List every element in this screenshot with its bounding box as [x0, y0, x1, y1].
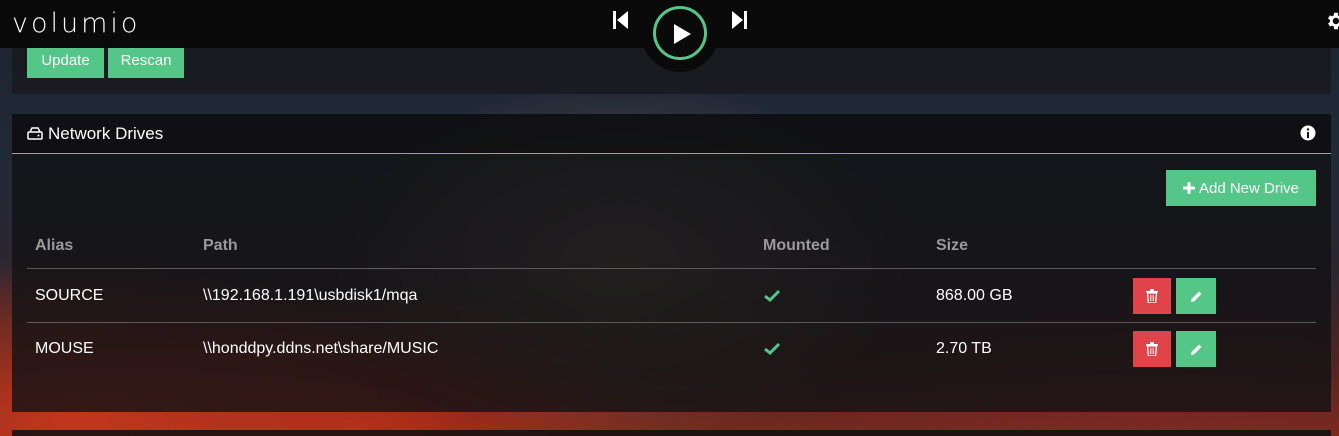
mounted-check-icon: [764, 342, 780, 355]
info-icon[interactable]: [1300, 125, 1316, 141]
pencil-icon: [1190, 344, 1201, 355]
skip-next-icon[interactable]: [728, 8, 752, 32]
drive-size: 2.70 TB: [936, 340, 992, 357]
panel-header: Network Drives: [12, 114, 1331, 154]
mounted-check-icon: [764, 289, 780, 302]
next-panel-edge: [12, 430, 1331, 436]
column-header-mounted: Mounted: [763, 237, 830, 254]
gear-icon[interactable]: [1324, 10, 1339, 32]
add-new-drive-label: Add New Drive: [1198, 179, 1300, 197]
pencil-icon: [1190, 291, 1201, 302]
edit-drive-button[interactable]: [1176, 331, 1216, 367]
drive-path: \\honddpy.ddns.net\share/MUSIC: [203, 340, 439, 357]
network-drives-panel: Network Drives: [12, 114, 1331, 412]
table-divider: [27, 322, 1316, 323]
trash-icon: [1146, 289, 1158, 303]
table-divider: [27, 268, 1316, 269]
skip-previous-icon[interactable]: [608, 8, 632, 32]
drive-size: 868.00 GB: [936, 287, 1013, 304]
add-new-drive-button[interactable]: Add New Drive: [1166, 170, 1316, 206]
trash-icon: [1146, 342, 1158, 356]
panel-title: Network Drives: [48, 124, 164, 143]
play-icon: [674, 24, 691, 44]
drive-alias: MOUSE: [35, 340, 94, 357]
hdd-icon: [27, 127, 43, 140]
edit-drive-button[interactable]: [1176, 278, 1216, 314]
column-header-alias: Alias: [35, 237, 74, 254]
column-header-size: Size: [936, 237, 969, 254]
drive-alias: SOURCE: [35, 287, 104, 304]
delete-drive-button[interactable]: [1133, 331, 1171, 367]
column-header-path: Path: [203, 237, 238, 254]
drive-path: \\192.168.1.191\usbdisk1/mqa: [203, 287, 418, 304]
plus-icon: [1182, 182, 1195, 194]
delete-drive-button[interactable]: [1133, 278, 1171, 314]
play-button[interactable]: [653, 6, 707, 60]
